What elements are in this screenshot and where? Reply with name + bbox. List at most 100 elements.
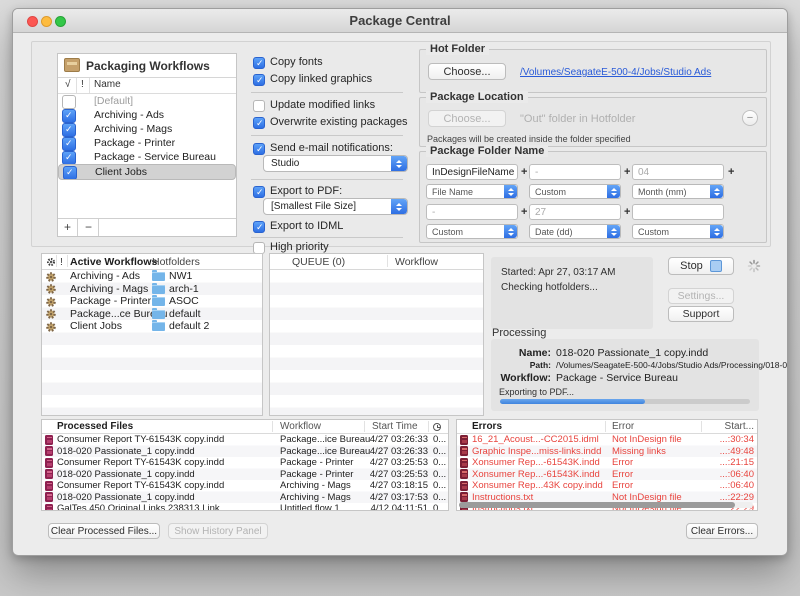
folder-name-field-2[interactable]: - [529,164,621,180]
type-value: Custom [432,226,464,237]
error-row[interactable]: Graphic Inspe...miss-links.indd Missing … [457,446,757,458]
workflow-name: [Default] [94,95,134,107]
package-location-choose-button[interactable]: Choose... [428,110,506,127]
email-profile-select[interactable]: Studio [263,155,408,172]
processed-files-body: Consumer Report TY-61543K copy.indd Pack… [42,434,448,510]
error-start-time: ...:49:48 [719,445,754,457]
active-workflow-row[interactable]: Archiving - Ads NW1 [42,270,262,283]
error-file-icon [460,492,468,502]
folder-name-type-select-3[interactable]: Month (mm) [632,184,724,199]
package-location-minus-button[interactable]: − [742,110,758,126]
workflow-gear-icon [46,271,56,282]
workflow-row[interactable]: Archiving - Mags [58,122,236,137]
hot-folder-group: Hot Folder Choose... /Volumes/SeagateE-5… [419,43,767,93]
error-start-time: ...:21:15 [719,457,754,468]
copy-linked-graphics-checkbox[interactable] [253,74,265,86]
processed-file-row[interactable]: Consumer Report TY-61543K copy.indd Pack… [42,457,448,469]
workflow-enabled-checkbox[interactable] [62,137,76,151]
desktop: Package Central Packaging Workflows √ ! … [0,0,800,596]
package-location-legend: Package Location [426,91,528,103]
hot-folder-path-link[interactable]: /Volumes/SeagateE-500-4/Jobs/Studio Ads [520,67,711,78]
workflow-enabled-checkbox[interactable] [62,123,76,137]
send-email-label: Send e-mail notifications: [270,142,393,154]
indesign-file-icon [45,446,53,456]
folder-name-type-select-5[interactable]: Date (dd) [529,224,621,239]
processed-file-start: 4/12 04:11:51 [370,503,428,510]
workflow-row[interactable]: [Default] [58,94,236,109]
errors-hscrollbar[interactable] [459,502,753,508]
workflow-row[interactable]: Package - Printer [58,136,236,151]
indesign-file-icon [45,434,53,445]
queue-workflow-column-header: Workflow [395,256,438,268]
processed-file-row[interactable]: GalTes 450 Original Links 238313 Link Un… [42,503,448,510]
copy-fonts-checkbox[interactable] [253,57,265,69]
folder-name-field-5[interactable]: 27 [529,204,621,220]
folder-name-field-6[interactable] [632,204,724,220]
workflow-row[interactable]: Archiving - Ads [58,108,236,123]
package-folder-name-group: Package Folder Name InDesignFileName + -… [419,145,767,243]
check-column-header: √ [65,79,71,90]
active-workflow-row[interactable]: Package...ce Bureau default [42,307,262,321]
processed-file-duration: 0... [433,491,447,503]
processed-file-row[interactable]: 018-020 Passionate_1 copy.indd Archiving… [42,492,448,504]
folder-name-field-4[interactable]: - [426,204,518,220]
hotfolder-name: NW1 [169,270,193,282]
error-row[interactable]: Xonsumer Rep...-61543K.indd Error ...:06… [457,469,757,481]
workflow-row[interactable]: Client Jobs [58,164,236,180]
folder-name-type-select-6[interactable]: Custom [632,224,724,239]
export-idml-checkbox[interactable] [253,221,265,233]
processed-file-row[interactable]: Consumer Report TY-61543K copy.indd Arch… [42,480,448,492]
titlebar[interactable]: Package Central [13,9,787,33]
active-workflow-row[interactable]: Package - Printer ASOC [42,295,262,308]
processing-status: Exporting to PDF... [499,387,575,397]
high-priority-label: High priority [270,241,329,253]
active-workflows-column-header: Active Workflows [70,256,158,268]
workflow-enabled-checkbox[interactable] [62,95,76,109]
send-email-checkbox[interactable] [253,143,265,155]
settings-button[interactable]: Settings... [668,288,734,304]
stop-button[interactable]: Stop [668,257,734,275]
support-button[interactable]: Support [668,306,734,322]
active-workflow-row[interactable]: Archiving - Mags arch-1 [42,282,262,296]
folder-name-field-3[interactable]: 04 [632,164,724,180]
add-workflow-button[interactable]: + [58,219,78,236]
error-file-name: Xonsumer Rep...-61543K.indd [472,457,600,468]
folder-name-type-select-1[interactable]: File Name [426,184,518,199]
window-title: Package Central [349,13,451,28]
update-modified-links-checkbox[interactable] [253,100,265,112]
workflow-row[interactable]: Package - Service Bureau [58,150,236,165]
active-workflow-row[interactable]: Client Jobs default 2 [42,320,262,333]
error-file-icon [460,434,468,445]
plus-separator: + [521,166,528,178]
processed-file-row[interactable]: Consumer Report TY-61543K copy.indd Pack… [42,434,448,446]
error-row[interactable]: 16_21_Acoust...-CC2015.idml Not InDesign… [457,434,757,446]
error-row[interactable]: Xonsumer Rep...-61543K.indd Error ...:21… [457,457,757,469]
folder-name-field-1[interactable]: InDesignFileName [426,164,518,180]
workflow-gear-icon [46,284,56,294]
show-history-panel-button[interactable]: Show History Panel [168,523,268,539]
errors-hscrollbar-thumb[interactable] [459,502,736,508]
clear-errors-button[interactable]: Clear Errors... [686,523,758,539]
workflow-enabled-checkbox[interactable] [62,151,76,165]
export-pdf-checkbox[interactable] [253,186,265,198]
active-workflows-header: ! Active Workflows Hotfolders [42,254,262,270]
clear-processed-files-button[interactable]: Clear Processed Files... [48,523,160,539]
folder-name-type-select-4[interactable]: Custom [426,224,518,239]
hotfolder-name: default [169,307,201,320]
alert-column-header: ! [81,79,84,90]
packaging-workflows-header: Packaging Workflows [58,54,236,78]
processed-file-start: 4/27 03:25:53 [369,468,428,480]
pdf-preset-select[interactable]: [Smallest File Size] [263,198,408,215]
error-row[interactable]: Xonsumer Rep...43K copy.indd Error ...:0… [457,480,757,492]
overwrite-existing-checkbox[interactable] [253,117,265,129]
folder-name-type-select-2[interactable]: Custom [529,184,621,199]
copy-fonts-label: Copy fonts [270,56,323,68]
remove-workflow-button[interactable]: − [79,219,99,236]
error-file-icon [460,469,468,479]
processed-file-row[interactable]: 018-020 Passionate_1 copy.indd Package..… [42,446,448,458]
processed-file-row[interactable]: 018-020 Passionate_1 copy.indd Package -… [42,469,448,481]
workflow-enabled-checkbox[interactable] [63,166,77,179]
hot-folder-choose-button[interactable]: Choose... [428,63,506,80]
workflow-enabled-checkbox[interactable] [62,109,76,123]
error-type: Missing links [612,445,666,457]
